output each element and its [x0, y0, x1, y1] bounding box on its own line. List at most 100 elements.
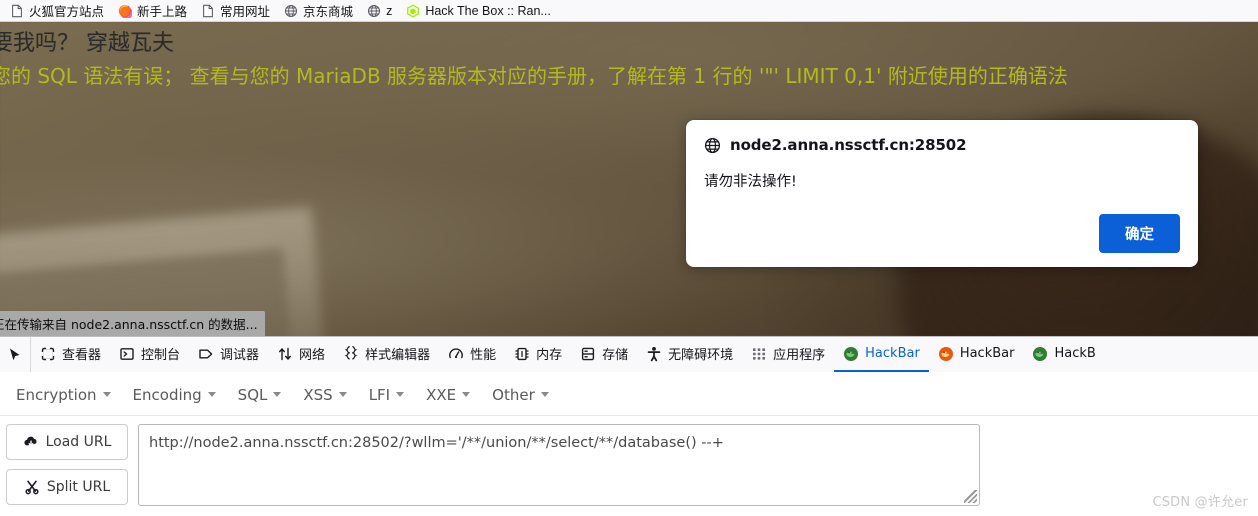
tab-debugger[interactable]: 调试器: [189, 337, 268, 372]
menu-sql[interactable]: SQL: [228, 383, 292, 407]
element-picker-icon: [7, 347, 23, 363]
globe-icon: [704, 137, 721, 154]
chevron-down-icon: [273, 392, 282, 397]
dialog-header: node2.anna.nssctf.cn:28502: [704, 136, 1180, 154]
element-picker-button[interactable]: [2, 337, 31, 372]
menu-label: Other: [492, 385, 535, 404]
bookmark-item-0[interactable]: 火狐官方站点: [4, 0, 110, 21]
chevron-down-icon: [102, 392, 111, 397]
menu-label: SQL: [237, 385, 268, 404]
load-url-button[interactable]: Load URL: [6, 424, 128, 460]
hackbar-menu-bar: Encryption Encoding SQL XSS LFI XXE Othe…: [0, 372, 1258, 416]
globe-icon: [367, 4, 381, 18]
bookmark-item-1[interactable]: 新手上路: [112, 0, 193, 21]
watermark: CSDN @许允er: [1152, 495, 1248, 510]
hackthebox-icon: [406, 3, 420, 18]
bookmark-item-4[interactable]: z: [361, 3, 398, 19]
tab-hackbar-1[interactable]: HackBar: [834, 337, 929, 372]
chevron-down-icon: [338, 392, 347, 397]
tab-memory[interactable]: 内存: [505, 337, 571, 372]
bookmark-label: 新手上路: [137, 5, 188, 19]
menu-xss[interactable]: XSS: [293, 383, 356, 407]
menu-encryption[interactable]: Encryption: [6, 383, 121, 407]
performance-icon: [448, 346, 464, 362]
split-url-button[interactable]: Split URL: [6, 469, 128, 505]
menu-lfi[interactable]: LFI: [359, 383, 414, 407]
tab-label: HackBar: [865, 346, 920, 361]
menu-label: LFI: [368, 385, 391, 404]
chevron-down-icon: [540, 392, 549, 397]
menu-label: XXE: [426, 385, 457, 404]
tab-network[interactable]: 网络: [268, 337, 334, 372]
tab-style-editor[interactable]: 样式编辑器: [334, 337, 439, 372]
application-icon: [751, 346, 767, 362]
hackbar-green-icon: [1032, 346, 1048, 362]
tab-label: 样式编辑器: [365, 348, 431, 363]
tab-label: 网络: [299, 348, 326, 363]
javascript-alert-dialog: node2.anna.nssctf.cn:28502 请勿非法操作! 确定: [686, 120, 1198, 267]
bookmark-label: z: [386, 3, 393, 18]
tab-storage[interactable]: 存储: [571, 337, 637, 372]
tab-hackbar-2[interactable]: HackBar: [929, 337, 1024, 372]
devtools-toolbar: 查看器 控制台 调试器 网络 样式编辑器 性能 内存 存储 无障碍环境 应用程序…: [0, 336, 1258, 372]
url-input[interactable]: http://node2.anna.nssctf.cn:28502/?wllm=…: [138, 424, 980, 506]
dialog-message: 请勿非法操作!: [704, 174, 797, 190]
tab-label: 性能: [470, 348, 497, 363]
bookmark-label: 火狐官方站点: [29, 5, 105, 19]
bookmark-label: 京东商城: [303, 5, 354, 19]
bookmark-page-icon: [201, 4, 215, 18]
hackbar-panel: Encryption Encoding SQL XSS LFI XXE Othe…: [0, 372, 1258, 516]
bookmarks-toolbar: 火狐官方站点 新手上路 常用网址 京东商城 z Hack The Box:: …: [0, 0, 1258, 22]
dialog-origin-label: node2.anna.nssctf.cn:28502: [730, 136, 967, 154]
load-url-label: Load URL: [45, 434, 112, 450]
bookmark-label: 常用网址: [220, 5, 271, 19]
bookmark-item-5[interactable]: Hack The Box :: Ran...: [400, 3, 557, 19]
chevron-down-icon: [396, 392, 405, 397]
tab-performance[interactable]: 性能: [439, 337, 505, 372]
inspector-icon: [40, 346, 56, 362]
tab-label: 控制台: [141, 348, 181, 363]
tab-label: 内存: [536, 348, 563, 363]
url-input-value: http://node2.anna.nssctf.cn:28502/?wllm=…: [149, 435, 724, 451]
menu-xxe[interactable]: XXE: [416, 383, 480, 407]
menu-encoding[interactable]: Encoding: [123, 383, 226, 407]
split-url-label: Split URL: [46, 479, 111, 495]
textarea-resize-handle[interactable]: [964, 490, 977, 503]
status-bar: 正在传输来自 node2.anna.nssctf.cn 的数据...: [0, 311, 265, 336]
tab-hackbar-3[interactable]: HackB: [1023, 337, 1104, 372]
tab-application[interactable]: 应用程序: [742, 337, 834, 372]
style-editor-icon: [343, 345, 359, 362]
firefox-icon: [118, 4, 133, 19]
tab-accessibility[interactable]: 无障碍环境: [637, 337, 742, 372]
tab-label: 应用程序: [773, 348, 826, 363]
page-heading-text: 要我吗？ 穿越瓦夫: [0, 31, 174, 56]
tab-console[interactable]: 控制台: [110, 337, 189, 372]
browser-viewport: 要我吗？ 穿越瓦夫 您的 SQL 语法有误； 查看与您的 MariaDB 服务器…: [0, 22, 1258, 336]
sql-error-text: 您的 SQL 语法有误； 查看与您的 MariaDB 服务器版本对应的手册，了解…: [0, 64, 1068, 88]
tab-label: 调试器: [220, 348, 260, 363]
chevron-down-icon: [462, 392, 471, 397]
menu-label: Encryption: [16, 385, 97, 404]
accessibility-icon: [646, 346, 662, 362]
menu-other[interactable]: Other: [482, 383, 559, 407]
menu-label: XSS: [303, 385, 333, 404]
hackbar-green-icon: [843, 346, 859, 362]
tab-label: HackB: [1054, 346, 1096, 361]
devtools-tab-list: 查看器 控制台 调试器 网络 样式编辑器 性能 内存 存储 无障碍环境 应用程序…: [31, 337, 1105, 372]
page-text-block: 要我吗？ 穿越瓦夫 您的 SQL 语法有误； 查看与您的 MariaDB 服务器…: [0, 22, 1258, 90]
tab-inspector[interactable]: 查看器: [31, 337, 110, 372]
network-icon: [277, 346, 293, 362]
chevron-down-icon: [207, 392, 216, 397]
scissors-icon: [24, 479, 40, 495]
hackbar-body: Load URL Split URL http://node2.anna.nss…: [0, 416, 1258, 506]
dialog-ok-button[interactable]: 确定: [1099, 214, 1180, 253]
tab-label: 存储: [602, 348, 629, 363]
bookmark-page-icon: [10, 4, 24, 18]
debugger-icon: [198, 346, 214, 362]
bookmark-item-2[interactable]: 常用网址: [195, 0, 276, 21]
tab-label: 查看器: [62, 348, 102, 363]
memory-icon: [514, 346, 530, 362]
storage-icon: [580, 346, 596, 362]
menu-label: Encoding: [132, 385, 202, 404]
bookmark-item-3[interactable]: 京东商城: [278, 0, 359, 21]
